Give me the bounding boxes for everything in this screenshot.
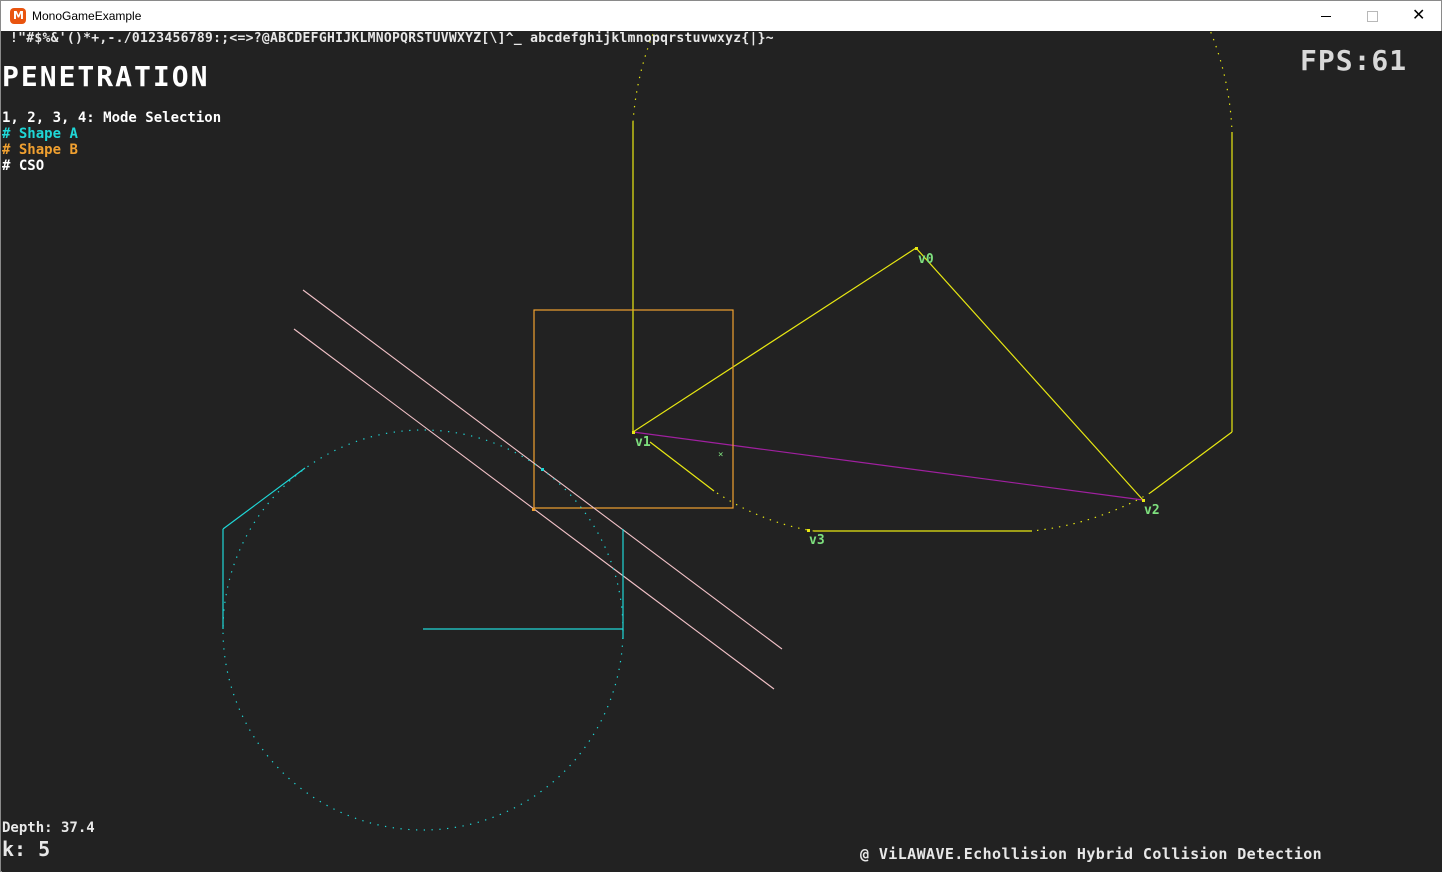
maximize-icon: [1367, 11, 1378, 22]
scene-canvas: v0 v1 v2 v3 ×: [222, 31, 1233, 831]
legend-marker: #: [2, 142, 11, 158]
app-window: M MonoGameExample ✕ v0 v1 v2 v3 × !"#$%&…: [0, 0, 1442, 872]
vertex-marker-v3: [807, 529, 810, 532]
vertex-marker-v0: [915, 247, 918, 250]
depth-readout: Depth: 37.4: [2, 820, 95, 836]
font-charset-preview: !"#$%&'()*+,-./0123456789:;<=>?@ABCDEFGH…: [10, 31, 774, 46]
legend-cso: # CSO: [2, 158, 44, 174]
simplex-edge-v0-v2: [915, 247, 1144, 501]
shape-a-circle: [222, 429, 624, 831]
simplex: [632, 247, 1144, 501]
close-icon: ✕: [1412, 5, 1426, 24]
shape-a: [222, 429, 624, 831]
legend-marker: #: [2, 158, 11, 174]
simplex-edge-v1-v0: [632, 247, 917, 433]
contact-point-b: [532, 508, 535, 511]
legend-label: CSO: [18, 158, 45, 174]
maximize-button[interactable]: [1349, 1, 1395, 31]
fps-counter: FPS:61: [1300, 44, 1408, 77]
credit-text: @ ViLAWAVE.Echollision Hybrid Collision …: [860, 845, 1323, 863]
close-button[interactable]: ✕: [1395, 1, 1441, 31]
legend-label: Shape A: [18, 126, 78, 142]
mode-help-text: 1, 2, 3, 4: Mode Selection: [2, 110, 222, 126]
window-title: MonoGameExample: [32, 9, 142, 23]
simplex-edge-v1-v2: [632, 431, 1144, 501]
monogame-icon: M: [10, 8, 26, 24]
title-bar[interactable]: M MonoGameExample ✕: [1, 1, 1441, 31]
vertex-markers: [632, 247, 1145, 532]
cso-edge: [649, 441, 715, 492]
legend-shape-b: # Shape B: [2, 142, 78, 158]
cso-arc-bottom-left: [713, 490, 815, 532]
k-readout: k: 5: [2, 837, 51, 861]
vertex-label-v2: v2: [1144, 503, 1160, 518]
vertex-label-v1: v1: [635, 435, 651, 450]
vertex-label-v0: v0: [918, 252, 934, 267]
game-viewport[interactable]: v0 v1 v2 v3 × !"#$%&'()*+,-./0123456789:…: [2, 31, 1442, 872]
legend-shape-a: # Shape A: [2, 126, 78, 142]
vertex-label-v3: v3: [809, 533, 825, 548]
cso-edge: [1149, 431, 1233, 494]
mode-title: PENETRATION: [2, 60, 210, 93]
shape-a-edge: [222, 467, 306, 530]
minimize-button[interactable]: [1303, 1, 1349, 31]
vertex-labels: v0 v1 v2 v3: [635, 252, 1160, 548]
vertex-marker-v2: [1142, 499, 1145, 502]
vertex-marker-v1: [632, 431, 635, 434]
legend-label: Shape B: [18, 142, 78, 158]
minimize-icon: [1321, 16, 1331, 17]
origin-marker: ×: [718, 450, 723, 460]
legend-marker: #: [2, 126, 11, 142]
